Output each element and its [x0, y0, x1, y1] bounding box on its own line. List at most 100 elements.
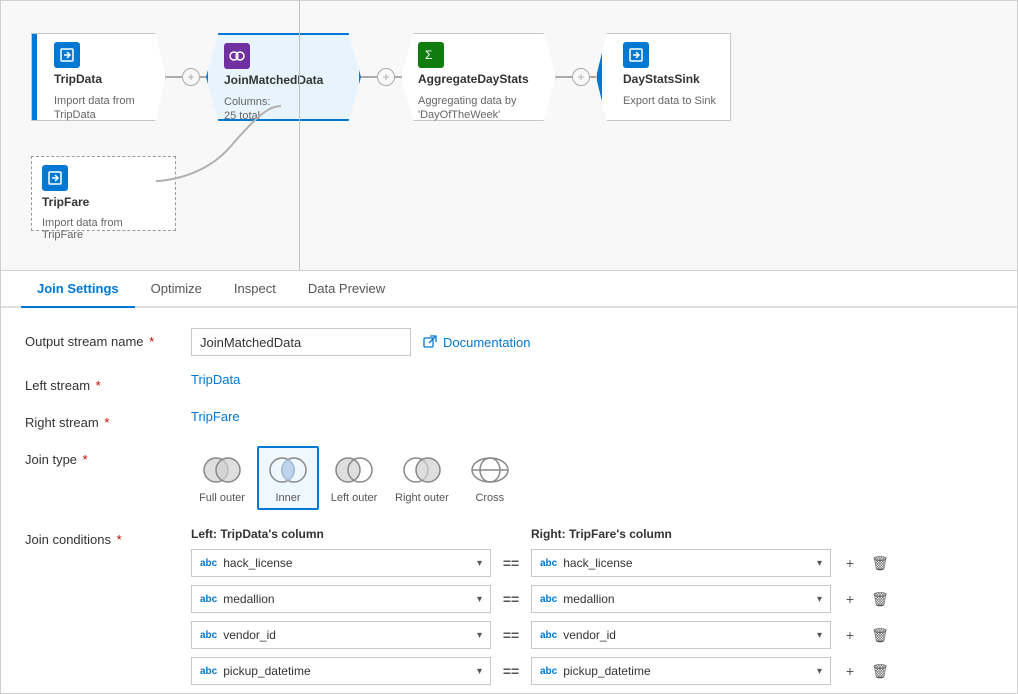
- equals-1: ==: [499, 591, 523, 607]
- tripdata-title: TripData: [54, 72, 155, 86]
- chevron-down-icon-r1: ▾: [817, 594, 822, 605]
- condition-row-3: abc pickup_datetime ▾ == abc pickup_date…: [191, 657, 993, 685]
- tripdata-desc: Import data from TripData: [54, 94, 155, 123]
- delete-condition-2[interactable]: 🗑: [869, 624, 891, 646]
- right-col-header: Right: TripFare's column: [531, 526, 831, 541]
- tab-data-preview[interactable]: Data Preview: [292, 271, 401, 308]
- condition-row-0: abc hack_license ▾ == abc hack_license ▾…: [191, 549, 993, 577]
- pipeline-canvas: TripData Import data from TripData +: [1, 1, 1017, 271]
- add-condition-1[interactable]: +: [839, 588, 861, 610]
- tab-join-settings[interactable]: Join Settings: [21, 271, 135, 308]
- required-star-5: *: [113, 532, 122, 547]
- pipeline-node-tripfare[interactable]: TripFare Import data from TripFare: [31, 156, 176, 231]
- join-btn-right-outer[interactable]: Right outer: [389, 446, 455, 510]
- tabs-bar: Join Settings Optimize Inspect Data Prev…: [1, 271, 1017, 308]
- required-star-4: *: [79, 452, 88, 467]
- condition-row-2: abc vendor_id ▾ == abc vendor_id ▾ + 🗑: [191, 621, 993, 649]
- join-type-label: Join type *: [25, 446, 175, 467]
- add-condition-2[interactable]: +: [839, 624, 861, 646]
- join-conditions-row: Join conditions * Left: TripData's colum…: [25, 526, 993, 693]
- right-stream-value-row: TripFare: [191, 409, 993, 424]
- venn-inner: [263, 452, 313, 488]
- documentation-link[interactable]: Documentation: [423, 335, 530, 350]
- left-dropdown-0[interactable]: abc hack_license ▾: [191, 549, 491, 577]
- left-col-header: Left: TripData's column: [191, 526, 491, 541]
- join-icon: [224, 43, 250, 69]
- joinmatched-title: JoinMatchedData: [224, 73, 343, 87]
- add-condition-0[interactable]: +: [839, 552, 861, 574]
- output-stream-label: Output stream name *: [25, 328, 175, 349]
- join-btn-inner[interactable]: Inner: [257, 446, 319, 510]
- sink-title: DayStatsSink: [623, 72, 716, 86]
- import-icon-tripfare: [42, 165, 68, 191]
- left-dropdown-2[interactable]: abc vendor_id ▾: [191, 621, 491, 649]
- right-stream-label: Right stream *: [25, 409, 175, 430]
- required-star-3: *: [101, 415, 110, 430]
- chevron-down-icon-l3: ▾: [477, 666, 482, 677]
- tab-inspect[interactable]: Inspect: [218, 271, 292, 308]
- delete-condition-1[interactable]: 🗑: [869, 588, 891, 610]
- right-stream-row: Right stream * TripFare: [25, 409, 993, 430]
- add-node-3[interactable]: +: [572, 68, 590, 86]
- node-left-bar-sink: [597, 34, 602, 120]
- left-stream-label: Left stream *: [25, 372, 175, 393]
- main-container: TripData Import data from TripData +: [0, 0, 1018, 694]
- join-label-cross: Cross: [475, 492, 504, 504]
- left-stream-value[interactable]: TripData: [191, 372, 240, 387]
- required-star-2: *: [92, 378, 101, 393]
- add-condition-3[interactable]: +: [839, 660, 861, 682]
- join-type-group: Full outer Inner: [191, 446, 521, 510]
- equals-3: ==: [499, 663, 523, 679]
- join-type-row: Join type * Full outer: [25, 446, 993, 510]
- output-stream-input[interactable]: [191, 328, 411, 356]
- chevron-down-icon-l1: ▾: [477, 594, 482, 605]
- equals-0: ==: [499, 555, 523, 571]
- join-label-right-outer: Right outer: [395, 492, 449, 504]
- right-dropdown-3[interactable]: abc pickup_datetime ▾: [531, 657, 831, 685]
- svg-text:Σ: Σ: [425, 48, 432, 62]
- left-dropdown-3[interactable]: abc pickup_datetime ▾: [191, 657, 491, 685]
- pipeline-node-aggregate[interactable]: Σ AggregateDayStats Aggregating data by …: [401, 33, 556, 121]
- node-left-bar-tripdata: [32, 34, 37, 120]
- conditions-headers: Left: TripData's column Right: TripFare'…: [191, 526, 993, 541]
- right-stream-value[interactable]: TripFare: [191, 409, 240, 424]
- join-btn-cross[interactable]: Cross: [459, 446, 521, 510]
- tripfare-row: TripFare Import data from TripFare: [31, 156, 176, 231]
- venn-cross: [465, 452, 515, 488]
- chevron-down-icon-l2: ▾: [477, 630, 482, 641]
- output-stream-value-row: Documentation: [191, 328, 993, 356]
- join-btn-left-outer[interactable]: Left outer: [323, 446, 385, 510]
- join-conditions-label: Join conditions *: [25, 526, 175, 547]
- output-stream-row: Output stream name * Documentation: [25, 328, 993, 356]
- delete-condition-3[interactable]: 🗑: [869, 660, 891, 682]
- aggregate-icon: Σ: [418, 42, 444, 68]
- required-star-1: *: [146, 334, 155, 349]
- spacer-header: [491, 526, 523, 541]
- connector-3: +: [552, 68, 600, 86]
- aggregate-title: AggregateDayStats: [418, 72, 539, 86]
- right-dropdown-1[interactable]: abc medallion ▾: [531, 585, 831, 613]
- pipeline-node-tripdata[interactable]: TripData Import data from TripData: [31, 33, 166, 121]
- tab-optimize[interactable]: Optimize: [135, 271, 218, 308]
- connector-2: +: [357, 68, 405, 86]
- left-dropdown-1[interactable]: abc medallion ▾: [191, 585, 491, 613]
- delete-condition-0[interactable]: 🗑: [869, 552, 891, 574]
- join-label-left-outer: Left outer: [331, 492, 377, 504]
- add-node-1[interactable]: +: [182, 68, 200, 86]
- pipeline-node-joinmatched[interactable]: JoinMatchedData Columns: 25 total: [206, 33, 361, 121]
- left-stream-value-row: TripData: [191, 372, 993, 387]
- chevron-down-icon-r3: ▾: [817, 666, 822, 677]
- right-dropdown-2[interactable]: abc vendor_id ▾: [531, 621, 831, 649]
- join-label-full-outer: Full outer: [199, 492, 245, 504]
- join-conditions-content: Left: TripData's column Right: TripFare'…: [191, 526, 993, 693]
- join-btn-full-outer[interactable]: Full outer: [191, 446, 253, 510]
- add-node-2[interactable]: +: [377, 68, 395, 86]
- join-label-inner: Inner: [275, 492, 300, 504]
- connector-1: +: [162, 68, 210, 86]
- right-dropdown-0[interactable]: abc hack_license ▾: [531, 549, 831, 577]
- chevron-down-icon-r2: ▾: [817, 630, 822, 641]
- pipeline-node-sink[interactable]: DayStatsSink Export data to Sink: [596, 33, 731, 121]
- import-icon-tripdata: [54, 42, 80, 68]
- venn-full-outer: [197, 452, 247, 488]
- external-link-icon: [423, 335, 437, 349]
